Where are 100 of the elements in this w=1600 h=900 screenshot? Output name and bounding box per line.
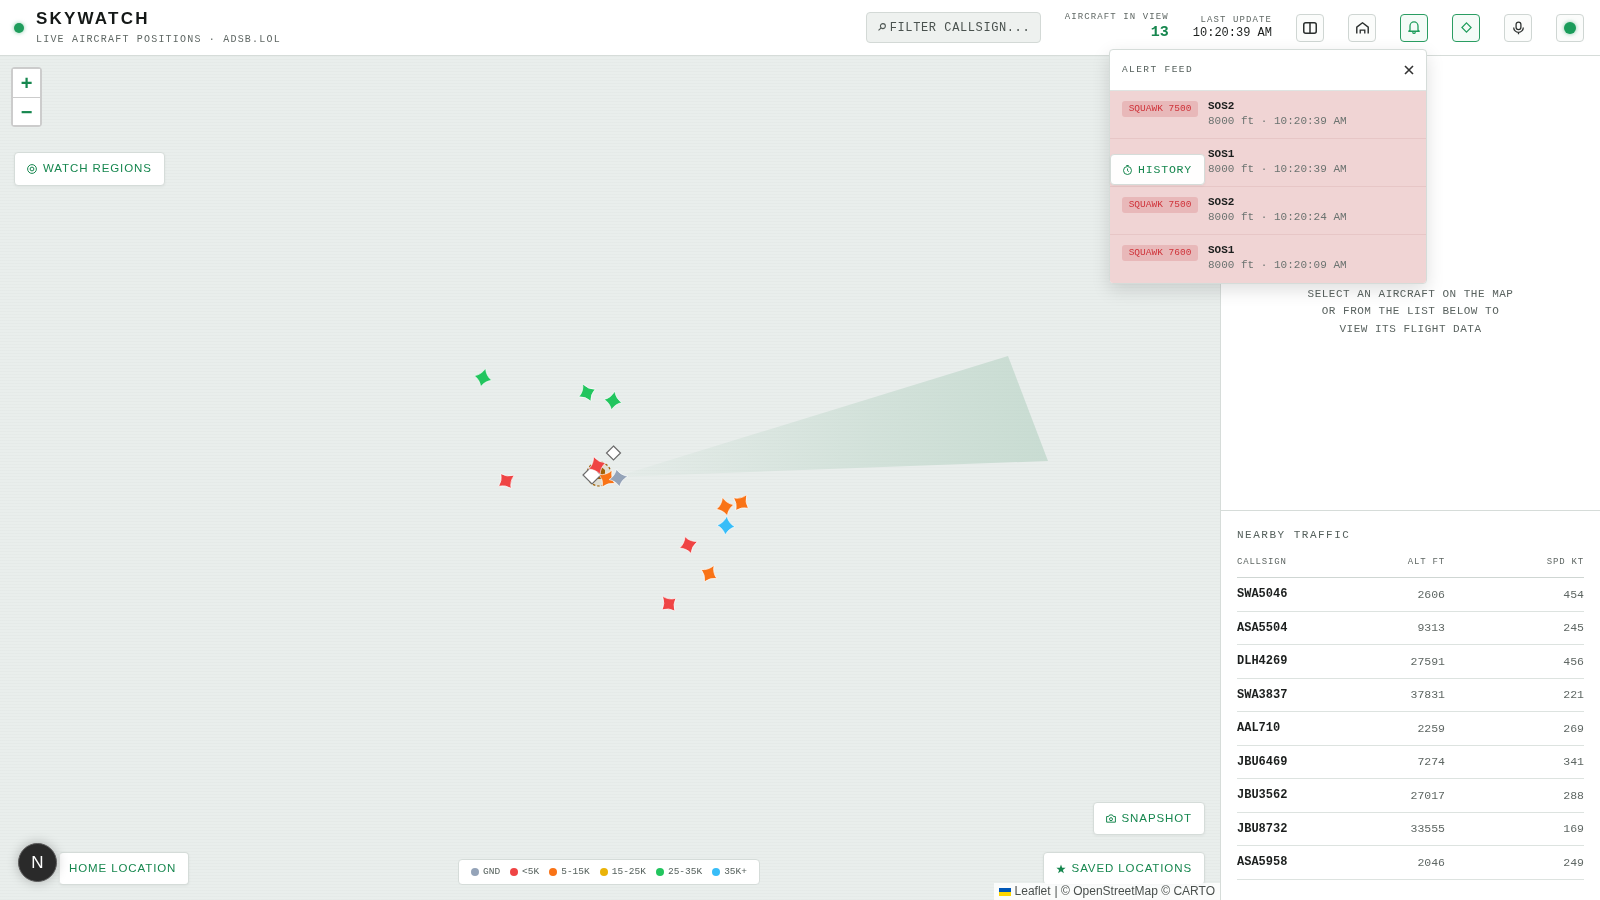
- filter-field[interactable]: FILTER CALLSIGN...: [865, 12, 1041, 43]
- altitude-cell-text: 2259: [1416, 720, 1445, 737]
- alert-callsign: SOS1: [1208, 147, 1236, 162]
- altitude-cell-text: 27591: [1409, 653, 1445, 670]
- aircraft-icon[interactable]: [474, 368, 492, 387]
- alert-detail: 8000 ft · 10:20:24 AM: [1208, 210, 1347, 225]
- aircraft-icon[interactable]: [661, 596, 677, 612]
- stat-label: AIRCRAFT IN VIEW: [1064, 12, 1169, 23]
- target-icon: [27, 164, 37, 174]
- speed-cell-text: 341: [1562, 754, 1584, 771]
- flag-icon: [998, 887, 1011, 896]
- diamond-marker-icon[interactable]: [605, 445, 622, 461]
- speed-cell-text: 454: [1562, 586, 1584, 603]
- aircraft-icon[interactable]: [598, 470, 616, 488]
- stat-value: 10:20:39 AM: [1192, 25, 1272, 41]
- house-button[interactable]: [1348, 13, 1376, 42]
- altitude-cell-text: 27017: [1409, 787, 1445, 804]
- column-header: ALT FT: [1406, 556, 1445, 569]
- callsign-cell-text: SWA5046: [1237, 586, 1289, 604]
- aircraft-icon[interactable]: [700, 565, 718, 583]
- callsign-cell-text: JBU8732: [1237, 820, 1289, 838]
- house-icon: [1355, 21, 1369, 34]
- aircraft-icon[interactable]: [603, 390, 623, 411]
- home-location-button[interactable]: HOME LOCATION: [59, 852, 190, 885]
- alert-row[interactable]: SQUAWK 7500 SOS2 8000 ft · 10:20:24 AM: [1110, 187, 1426, 235]
- stat-label: LAST UPDATE: [1199, 14, 1272, 26]
- alert-callsign: SOS2: [1208, 195, 1236, 210]
- aircraft-icon[interactable]: [498, 473, 515, 489]
- aircraft-icon[interactable]: [679, 536, 698, 554]
- altitude-cell-text: 2606: [1416, 586, 1445, 603]
- history-button[interactable]: HISTORY: [1110, 154, 1205, 185]
- diamond-button[interactable]: [1452, 13, 1480, 42]
- saved-locations-button[interactable]: SAVED LOCATIONS: [1042, 852, 1205, 885]
- diamond-icon: [1460, 22, 1472, 33]
- section-title: NEARBY TRAFFIC: [1237, 528, 1352, 543]
- squawk-tag: SQUAWK 7500: [1122, 101, 1198, 117]
- altitude-cell-text: 37831: [1409, 687, 1445, 704]
- speed-cell-text: 169: [1562, 821, 1584, 838]
- callsign-cell-text: JBU3562: [1237, 787, 1289, 805]
- speed-cell-text: 456: [1562, 653, 1584, 670]
- legend-label: GND: [483, 864, 501, 879]
- aircraft-icon[interactable]: [578, 383, 596, 402]
- alert-feed-title: ALERT FEED: [1122, 62, 1193, 77]
- aircraft-icon[interactable]: [588, 456, 606, 475]
- alert-callsign: SOS1: [1208, 243, 1236, 258]
- speed-cell-text: 245: [1562, 620, 1584, 637]
- dev-indicator-button[interactable]: N: [18, 843, 57, 882]
- star-icon: [1055, 863, 1066, 874]
- bell-button[interactable]: [1400, 13, 1428, 42]
- legend-label: 35K+: [724, 864, 747, 879]
- legend-label: 25-35K: [667, 864, 703, 879]
- altitude-cell-text: 9313: [1416, 620, 1445, 637]
- status-button[interactable]: [1556, 13, 1584, 42]
- column-header: CALLSIGN: [1237, 556, 1288, 569]
- squawk-tag: SQUAWK 7600: [1122, 245, 1198, 261]
- snapshot-button[interactable]: SNAPSHOT: [1092, 802, 1205, 835]
- app-subtitle: LIVE AIRCRAFT POSITIONS · ADSB.LOL: [36, 33, 281, 46]
- legend-label: 5-15K: [561, 864, 590, 879]
- aircraft-icon[interactable]: [716, 497, 734, 516]
- watch-regions-button[interactable]: WATCH REGIONS: [14, 152, 165, 186]
- speed-cell-text: 269: [1562, 720, 1584, 737]
- callsign-cell-text: JBU6469: [1237, 753, 1289, 771]
- close-button[interactable]: [1404, 65, 1414, 75]
- zoom-out-button[interactable]: −: [13, 97, 40, 125]
- altitude-cell-text: 2046: [1416, 854, 1445, 871]
- legend-label: <5K: [522, 864, 540, 879]
- empty-state-text: SELECT AN AIRCRAFT ON THE MAP OR FROM THE LIST BELOW TO VIEW ITS FLIGHT DATA: [1306, 286, 1515, 337]
- altitude-cell-text: 7274: [1416, 754, 1445, 771]
- app-title: SKYWATCH: [36, 9, 151, 29]
- aircraft-icon[interactable]: [608, 468, 629, 488]
- callsign-cell-text: AAL710: [1237, 720, 1282, 738]
- callsign-cell-text: ASA5958: [1237, 854, 1289, 872]
- panel-button[interactable]: [1296, 13, 1324, 42]
- attribution-text: | © OpenStreetMap © CARTO: [1054, 883, 1215, 900]
- legend-label: 15-25K: [611, 864, 646, 879]
- status-dot-icon: [14, 22, 24, 33]
- alert-row[interactable]: SQUAWK 7500 SOS2 8000 ft · 10:20:39 AM: [1110, 91, 1426, 139]
- leaflet-link[interactable]: Leaflet: [1014, 883, 1051, 900]
- search-icon: [877, 23, 886, 31]
- alert-detail: 8000 ft · 10:20:39 AM: [1208, 114, 1347, 129]
- bell-icon: [1408, 21, 1420, 34]
- panel-icon: [1303, 21, 1317, 34]
- callsign-cell-text: SWA3837: [1237, 686, 1289, 704]
- camera-icon: [1105, 814, 1116, 823]
- status-dot-icon: [1564, 21, 1576, 34]
- column-header: SPD KT: [1545, 556, 1584, 569]
- alert-row[interactable]: SQUAWK 7600 SOS1 8000 ft · 10:20:09 AM: [1110, 235, 1426, 283]
- callsign-cell-text: ASA5504: [1237, 619, 1289, 637]
- alert-callsign: SOS2: [1208, 99, 1236, 114]
- aircraft-icon[interactable]: [733, 494, 749, 511]
- stat-value: 13: [1149, 23, 1169, 43]
- squawk-tag: SQUAWK 7500: [1122, 197, 1198, 213]
- microphone-button[interactable]: [1504, 13, 1532, 42]
- callsign-cell-text: DLH4269: [1237, 653, 1289, 671]
- alert-detail: 8000 ft · 10:20:39 AM: [1208, 162, 1347, 177]
- speed-cell-text: 288: [1562, 787, 1584, 804]
- speed-cell-text: 221: [1562, 687, 1584, 704]
- close-icon: [1404, 65, 1414, 75]
- speed-cell-text: 249: [1562, 854, 1584, 871]
- clock-icon: [1123, 164, 1133, 175]
